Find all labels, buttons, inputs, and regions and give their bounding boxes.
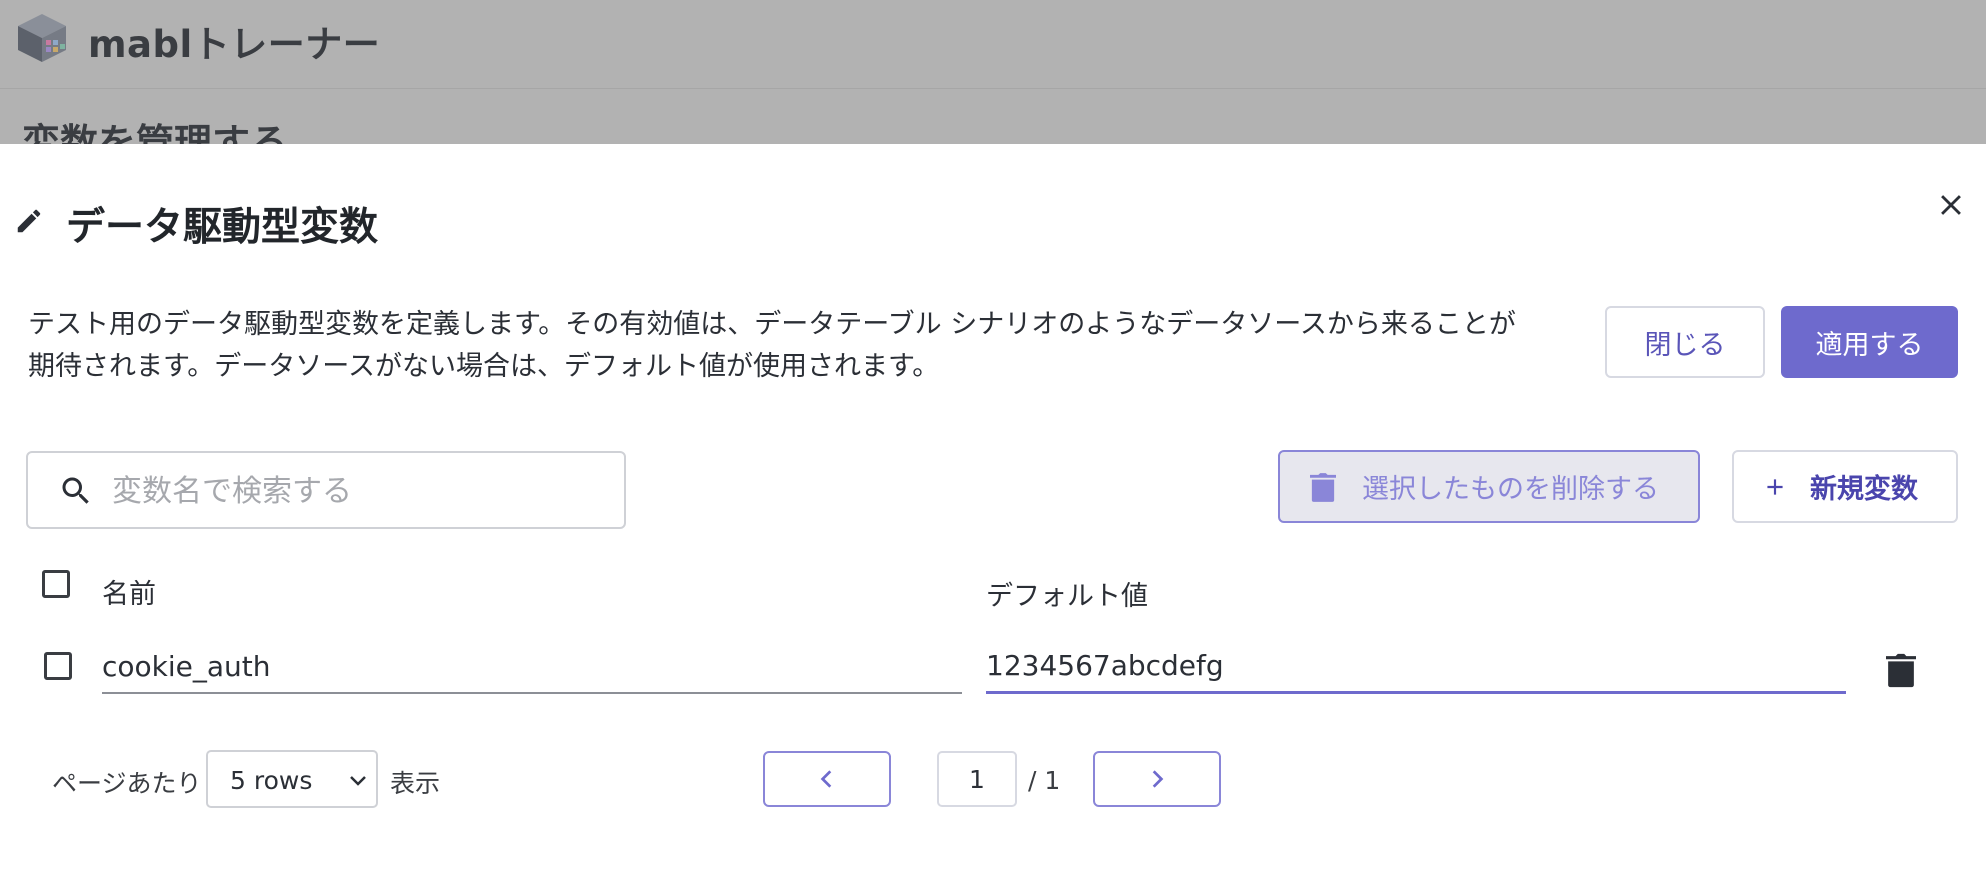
rows-per-page-select[interactable]: 5 rows (206, 750, 378, 808)
chevron-left-icon (820, 770, 832, 788)
chevron-down-icon (350, 776, 366, 786)
close-button-label: 閉じる (1644, 329, 1726, 361)
panel-title: データ駆動型変数 (66, 205, 379, 250)
app-header: mablトレーナー (0, 0, 1986, 89)
delete-selected-button[interactable]: 選択したものを削除する (1278, 450, 1700, 523)
app-name: mablトレーナー (88, 23, 381, 66)
total-pages: / 1 (1028, 766, 1061, 795)
close-button[interactable] (1928, 182, 1974, 228)
close-text-button[interactable]: 閉じる (1605, 306, 1765, 378)
panel-description: テスト用のデータ駆動型変数を定義します。その有効値は、データテーブル シナリオの… (28, 309, 1516, 382)
column-header-default-value: デフォルト値 (986, 581, 1148, 612)
variable-name-input[interactable] (102, 640, 962, 694)
page-number-input[interactable] (937, 751, 1017, 807)
background-app: mablトレーナー 変数を管理する (0, 0, 1986, 144)
pencil-icon (17, 209, 41, 233)
select-all-checkbox[interactable] (42, 570, 70, 598)
search-icon (62, 477, 89, 504)
per-page-label: ページあたり (52, 769, 202, 798)
plus-icon (1767, 478, 1783, 495)
delete-selected-label: 選択したものを削除する (1362, 474, 1659, 505)
search-input[interactable] (110, 463, 614, 519)
next-page-button[interactable] (1093, 751, 1221, 807)
apply-button[interactable]: 適用する (1781, 306, 1958, 378)
row-delete-icon[interactable] (1886, 652, 1916, 688)
variables-panel: データ駆動型変数 テスト用のデータ駆動型変数を定義します。その有効値は、データテ… (0, 144, 1986, 894)
close-icon (1941, 195, 1961, 215)
column-header-name: 名前 (102, 579, 156, 610)
trash-icon (1310, 472, 1336, 502)
row-checkbox[interactable] (44, 652, 72, 680)
new-variable-button[interactable]: 新規変数 (1732, 450, 1958, 523)
apply-button-label: 適用する (1815, 329, 1924, 361)
default-value-input[interactable] (986, 640, 1846, 694)
show-label: 表示 (390, 769, 441, 798)
search-box (26, 451, 626, 529)
previous-page-button[interactable] (763, 751, 891, 807)
chevron-right-icon (1152, 770, 1164, 788)
new-variable-label: 新規変数 (1810, 474, 1918, 505)
mabl-logo-icon (18, 14, 66, 62)
background-page-title: 変数を管理する (22, 121, 289, 144)
rows-per-page-value: 5 rows (230, 766, 313, 795)
